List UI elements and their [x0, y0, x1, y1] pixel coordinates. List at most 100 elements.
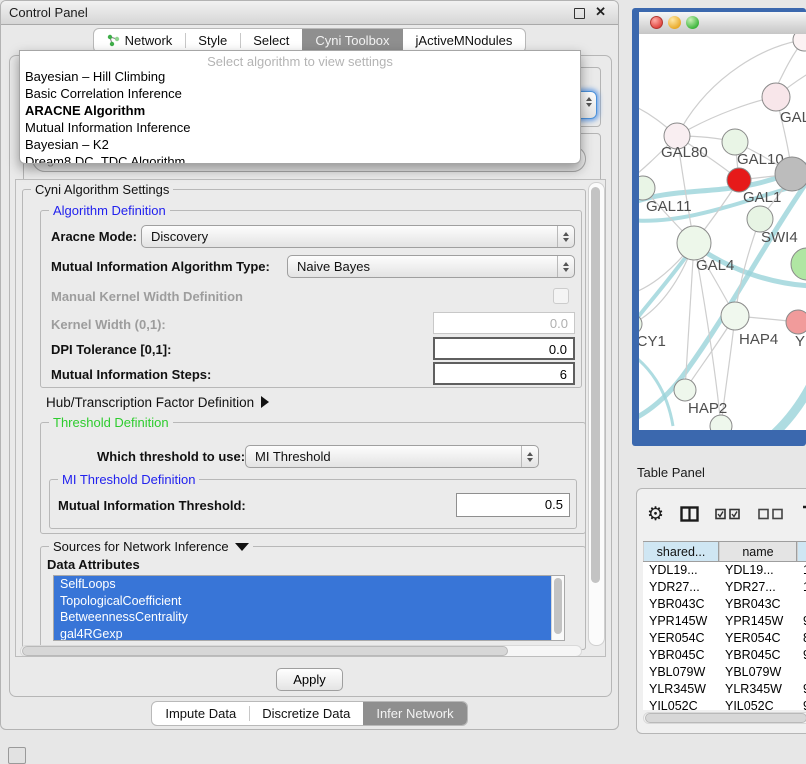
- minimize-traffic-light-icon[interactable]: [668, 16, 681, 29]
- tab-label: Infer Network: [376, 706, 453, 721]
- data-attribute-item[interactable]: BetweennessCentrality: [54, 609, 564, 626]
- network-node[interactable]: [721, 302, 749, 330]
- network-node[interactable]: [786, 310, 806, 334]
- network-window-titlebar[interactable]: [639, 12, 806, 35]
- document-icon[interactable]: [801, 504, 806, 524]
- table-horizontal-scrollbar-thumb[interactable]: [645, 713, 806, 723]
- table-cell: 8.: [797, 630, 806, 647]
- combo-stepper-icon: [557, 226, 574, 247]
- expanded-arrow-icon[interactable]: [235, 543, 249, 551]
- tab-style[interactable]: Style: [185, 29, 240, 52]
- apply-button-label: Apply: [293, 672, 326, 687]
- tab-label: Discretize Data: [262, 706, 350, 721]
- data-attribute-item[interactable]: SelfLoops: [54, 576, 564, 593]
- network-graph: GALGAL80GAL10GAL1GAL11SWI4GAL4GCY1HAP4YH…: [639, 34, 806, 430]
- tab-select[interactable]: Select: [240, 29, 302, 52]
- table-row[interactable]: YBL079WYBL079W: [643, 664, 806, 681]
- network-node[interactable]: [674, 379, 696, 401]
- tab-impute-data[interactable]: Impute Data: [152, 702, 249, 725]
- algorithm-option[interactable]: Dream8 DC_TDC Algorithm: [20, 153, 580, 164]
- unchecked-boxes-icon[interactable]: [758, 508, 785, 520]
- table-row[interactable]: YER054CYER054C8.: [643, 630, 806, 647]
- column-header[interactable]: name: [719, 542, 797, 561]
- control-panel-titlebar[interactable]: Control Panel ✕: [1, 1, 618, 25]
- settings-vertical-scrollbar[interactable]: [588, 182, 605, 646]
- table-row[interactable]: YDL19...YDL19...13: [643, 562, 806, 579]
- network-node-label: GAL10: [737, 151, 784, 168]
- settings-horizontal-scrollbar[interactable]: [20, 645, 582, 657]
- zoom-traffic-light-icon[interactable]: [686, 16, 699, 29]
- table-row[interactable]: YPR145WYPR145W9.: [643, 613, 806, 630]
- manual-kernel-label: Manual Kernel Width Definition: [51, 289, 243, 304]
- list-scrollbar[interactable]: [551, 576, 564, 640]
- network-node[interactable]: [793, 34, 806, 51]
- list-scrollbar-thumb[interactable]: [554, 578, 562, 634]
- algorithm-option[interactable]: Bayesian – K2: [20, 137, 580, 154]
- tab-discretize-data[interactable]: Discretize Data: [249, 702, 363, 725]
- mi-steps-field[interactable]: 6: [433, 362, 575, 385]
- data-attributes-label: Data Attributes: [47, 557, 140, 572]
- data-attribute-item[interactable]: gal4RGexp: [54, 626, 564, 642]
- split-columns-icon[interactable]: [680, 506, 699, 522]
- network-node[interactable]: [677, 226, 711, 260]
- aracne-mode-value: Discovery: [142, 229, 557, 244]
- close-window-icon[interactable]: ✕: [595, 4, 606, 20]
- algorithm-option[interactable]: Mutual Information Inference: [20, 120, 580, 137]
- network-node-label: GAL4: [696, 257, 734, 274]
- panel-toggle-icon[interactable]: [8, 747, 26, 764]
- tab-infer-network[interactable]: Infer Network: [363, 702, 466, 725]
- kernel-width-field[interactable]: 0.0: [433, 312, 575, 334]
- network-node[interactable]: [710, 415, 732, 430]
- mi-threshold-field[interactable]: 0.5: [456, 493, 570, 517]
- table-row[interactable]: YBR043CYBR043C: [643, 596, 806, 613]
- column-header[interactable]: shared...: [643, 542, 719, 561]
- data-attributes-list[interactable]: SelfLoopsTopologicalCoefficientBetweenne…: [53, 575, 565, 641]
- network-node[interactable]: [791, 248, 806, 280]
- table-row[interactable]: YDR27...YDR27...12: [643, 579, 806, 596]
- network-edge[interactable]: [725, 379, 806, 430]
- network-edge[interactable]: [677, 97, 776, 136]
- aracne-mode-combo[interactable]: Discovery: [141, 225, 575, 248]
- gear-icon[interactable]: ⚙: [647, 505, 664, 524]
- threshold-definition-title: Threshold Definition: [49, 415, 173, 430]
- network-node[interactable]: [775, 157, 806, 191]
- manual-kernel-checkbox[interactable]: [553, 288, 569, 304]
- mi-type-label: Mutual Information Algorithm Type:: [51, 259, 270, 274]
- network-icon: [107, 34, 120, 47]
- settings-vertical-scrollbar-thumb[interactable]: [591, 187, 600, 583]
- tab-jactivemnodules[interactable]: jActiveMNodules: [403, 29, 526, 52]
- which-threshold-combo[interactable]: MI Threshold: [245, 445, 539, 468]
- control-panel-window: Control Panel ✕ NetworkStyleSelectCyni T…: [0, 0, 619, 730]
- network-canvas[interactable]: GALGAL80GAL10GAL1GAL11SWI4GAL4GCY1HAP4YH…: [639, 34, 806, 430]
- algorithm-combo-placeholder[interactable]: Select algorithm to view settings: [20, 51, 580, 69]
- hub-definition-toggle[interactable]: Hub/Transcription Factor Definition: [46, 394, 269, 412]
- dpi-tolerance-field[interactable]: 0.0: [433, 337, 575, 360]
- tab-network[interactable]: Network: [94, 29, 186, 52]
- combo-stepper-icon: [521, 446, 538, 467]
- column-header[interactable]: A: [797, 542, 806, 561]
- network-node[interactable]: [762, 83, 790, 111]
- checked-boxes-icon[interactable]: [715, 508, 742, 520]
- network-edge[interactable]: [639, 246, 694, 334]
- tab-label: jActiveMNodules: [416, 33, 513, 48]
- close-traffic-light-icon[interactable]: [650, 16, 663, 29]
- table-row[interactable]: YBR045CYBR045C9.: [643, 647, 806, 664]
- algorithm-option[interactable]: Bayesian – Hill Climbing: [20, 69, 580, 86]
- algorithm-option[interactable]: ARACNE Algorithm: [20, 103, 580, 120]
- mi-type-combo[interactable]: Naive Bayes: [287, 255, 575, 278]
- apply-button[interactable]: Apply: [276, 668, 343, 691]
- table-row[interactable]: YLR345WYLR345W9.: [643, 681, 806, 698]
- table-horizontal-scrollbar[interactable]: [643, 712, 806, 724]
- algorithm-option[interactable]: Basic Correlation Inference: [20, 86, 580, 103]
- network-node-label: GAL1: [743, 189, 781, 206]
- cyni-settings-group-title: Cyni Algorithm Settings: [31, 182, 173, 197]
- network-node-label: GAL11: [646, 198, 692, 215]
- table-body: YDL19...YDL19...13YDR27...YDR27...12YBR0…: [643, 562, 806, 710]
- table-cell: 12: [797, 579, 806, 596]
- float-window-icon[interactable]: [574, 8, 585, 19]
- data-attribute-item[interactable]: TopologicalCoefficient: [54, 593, 564, 610]
- collapsed-arrow-icon[interactable]: [261, 396, 269, 408]
- tab-cyni-toolbox[interactable]: Cyni Toolbox: [302, 29, 402, 52]
- settings-horizontal-scrollbar-thumb[interactable]: [22, 646, 508, 656]
- table-row[interactable]: YIL052CYIL052C9: [643, 698, 806, 710]
